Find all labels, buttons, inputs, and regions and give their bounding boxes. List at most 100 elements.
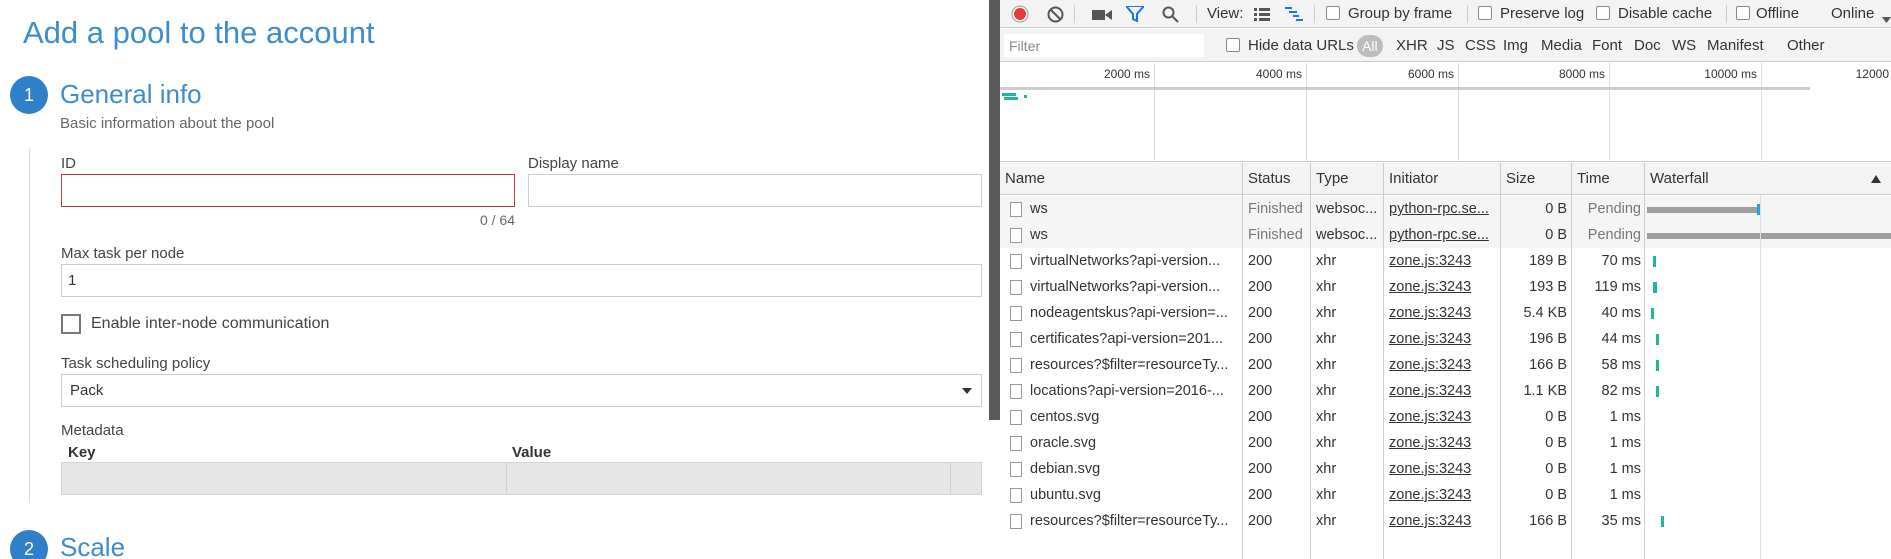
request-initiator[interactable]: zone.js:3243 xyxy=(1389,274,1497,300)
type-filter-manifest[interactable]: Manifest xyxy=(1707,29,1764,62)
type-filter-other[interactable]: Other xyxy=(1787,29,1825,62)
disable-cache-checkbox[interactable] xyxy=(1596,6,1610,20)
filter-icon[interactable] xyxy=(1123,5,1147,26)
clear-icon[interactable] xyxy=(1047,6,1064,27)
type-filter-media[interactable]: Media xyxy=(1541,29,1582,62)
max-task-label: Max task per node xyxy=(61,245,185,262)
type-filter-doc[interactable]: Doc xyxy=(1634,29,1661,62)
search-icon[interactable] xyxy=(1162,6,1179,27)
request-row[interactable]: resources?$filter=resourceTy... 200 xhr zon… xyxy=(1000,352,1891,378)
request-type: xhr xyxy=(1316,331,1337,347)
request-type: xhr xyxy=(1316,383,1337,399)
request-initiator[interactable]: zone.js:3243 xyxy=(1389,248,1497,274)
request-initiator[interactable]: zone.js:3243 xyxy=(1389,456,1497,482)
document-icon xyxy=(1010,488,1022,503)
offline-label: Offline xyxy=(1756,5,1800,22)
overview-scrub-bar xyxy=(1000,87,1810,90)
type-filter-font[interactable]: Font xyxy=(1592,29,1622,62)
request-row[interactable]: virtualNetworks?api-version... 200 xhr zone… xyxy=(1000,274,1891,300)
request-time: 44 ms xyxy=(1601,331,1642,347)
display-name-input[interactable] xyxy=(528,174,982,207)
type-filter-img[interactable]: Img xyxy=(1503,29,1528,62)
column-divider xyxy=(1571,195,1572,559)
preserve-log-label: Preserve log xyxy=(1500,5,1585,22)
filter-input[interactable] xyxy=(1004,34,1204,57)
col-header-size[interactable]: Size xyxy=(1501,163,1572,195)
request-row[interactable]: oracle.svg 200 xhr zone.js:3243 0 B 1 ms xyxy=(1000,430,1891,456)
col-header-initiator[interactable]: Initiator xyxy=(1384,163,1501,195)
offline-checkbox[interactable] xyxy=(1736,6,1750,20)
inter-node-checkbox[interactable] xyxy=(61,314,81,334)
document-icon xyxy=(1010,410,1022,425)
id-label: ID xyxy=(61,155,76,172)
request-initiator[interactable]: zone.js:3243 xyxy=(1389,300,1497,326)
request-time: 58 ms xyxy=(1601,357,1642,373)
request-row[interactable]: ubuntu.svg 200 xhr zone.js:3243 0 B 1 ms xyxy=(1000,482,1891,508)
group-by-frame-checkbox[interactable] xyxy=(1326,6,1340,20)
waterfall-view-icon[interactable] xyxy=(1285,7,1303,25)
type-filter-all[interactable]: All xyxy=(1357,35,1383,57)
document-icon xyxy=(1010,436,1022,451)
request-status: Finished xyxy=(1248,201,1303,217)
capture-screenshots-icon[interactable] xyxy=(1092,8,1112,25)
request-initiator[interactable]: zone.js:3243 xyxy=(1389,378,1497,404)
waterfall-gridline xyxy=(1760,195,1761,559)
step-1-subtitle: Basic information about the pool xyxy=(60,115,275,132)
request-row[interactable]: ws Finished websoc... python-rpc.se... 0 B Pe… xyxy=(1000,196,1891,222)
request-status: 200 xyxy=(1248,487,1273,503)
sort-ascending-icon xyxy=(1871,175,1881,183)
network-overview-timeline[interactable]: 2000 ms 4000 ms 6000 ms 8000 ms 10000 ms… xyxy=(1000,63,1891,162)
request-initiator[interactable]: zone.js:3243 xyxy=(1389,430,1497,456)
inter-node-label: Enable inter-node communication xyxy=(91,315,330,332)
request-row[interactable]: locations?api-version=2016-... 200 xhr zone… xyxy=(1000,378,1891,404)
scheduling-select[interactable]: Pack xyxy=(61,374,982,407)
record-icon[interactable] xyxy=(1011,5,1029,27)
request-time: 1 ms xyxy=(1609,435,1641,451)
request-initiator[interactable]: zone.js:3243 xyxy=(1389,326,1497,352)
page-title: Add a pool to the account xyxy=(23,15,375,50)
col-header-waterfall[interactable]: Waterfall xyxy=(1645,163,1891,195)
request-row[interactable]: resources?$filter=resourceTy... 200 xhr zon… xyxy=(1000,508,1891,534)
request-initiator[interactable]: python-rpc.se... xyxy=(1389,196,1497,222)
request-row[interactable]: ws Finished websoc... python-rpc.se... 0 B Pe… xyxy=(1000,222,1891,248)
request-type: xhr xyxy=(1316,409,1337,425)
request-row[interactable]: certificates?api-version=201... 200 xhr zon… xyxy=(1000,326,1891,352)
request-initiator[interactable]: python-rpc.se... xyxy=(1389,222,1497,248)
col-header-type[interactable]: Type xyxy=(1311,163,1384,195)
request-type: websoc... xyxy=(1316,227,1378,243)
chevron-down-icon[interactable] xyxy=(1882,10,1891,27)
request-row[interactable]: virtualNetworks?api-version... 200 xhr zone… xyxy=(1000,248,1891,274)
requests-table: Name Status Type Initiator Size Time Wat… xyxy=(1000,163,1891,559)
request-status: 200 xyxy=(1248,279,1273,295)
max-task-input[interactable] xyxy=(61,264,982,297)
waterfall-timing-bar xyxy=(1656,334,1659,345)
request-type: xhr xyxy=(1316,253,1337,269)
request-row[interactable]: debian.svg 200 xhr zone.js:3243 0 B 1 ms xyxy=(1000,456,1891,482)
large-rows-icon[interactable] xyxy=(1254,8,1270,25)
document-icon xyxy=(1010,358,1022,373)
type-filter-ws[interactable]: WS xyxy=(1672,29,1696,62)
request-status: 200 xyxy=(1248,357,1273,373)
type-filter-xhr[interactable]: XHR xyxy=(1396,29,1428,62)
request-initiator[interactable]: zone.js:3243 xyxy=(1389,352,1497,378)
request-type: xhr xyxy=(1316,435,1337,451)
type-filter-js[interactable]: JS xyxy=(1437,29,1455,62)
request-initiator[interactable]: zone.js:3243 xyxy=(1389,404,1497,430)
col-header-time[interactable]: Time xyxy=(1572,163,1645,195)
throttling-select[interactable]: Online xyxy=(1831,0,1874,28)
hide-data-urls-checkbox[interactable] xyxy=(1226,38,1240,52)
scheduling-value: Pack xyxy=(70,382,104,399)
request-initiator[interactable]: zone.js:3243 xyxy=(1389,508,1497,534)
waterfall-timing-bar xyxy=(1656,386,1659,397)
id-input[interactable] xyxy=(61,174,515,207)
request-row[interactable]: nodeagentskus?api-version=... 200 xhr zone.… xyxy=(1000,300,1891,326)
col-header-status[interactable]: Status xyxy=(1243,163,1311,195)
request-row[interactable]: centos.svg 200 xhr zone.js:3243 0 B 1 ms xyxy=(1000,404,1891,430)
network-toolbar: View: Group by frame Preserve log Disabl… xyxy=(1000,0,1891,28)
col-header-name[interactable]: Name xyxy=(1000,163,1243,195)
request-initiator[interactable]: zone.js:3243 xyxy=(1389,482,1497,508)
metadata-empty-row[interactable] xyxy=(61,462,982,495)
preserve-log-checkbox[interactable] xyxy=(1478,6,1492,20)
type-filter-css[interactable]: CSS xyxy=(1465,29,1496,62)
pane-splitter[interactable] xyxy=(989,0,1000,420)
